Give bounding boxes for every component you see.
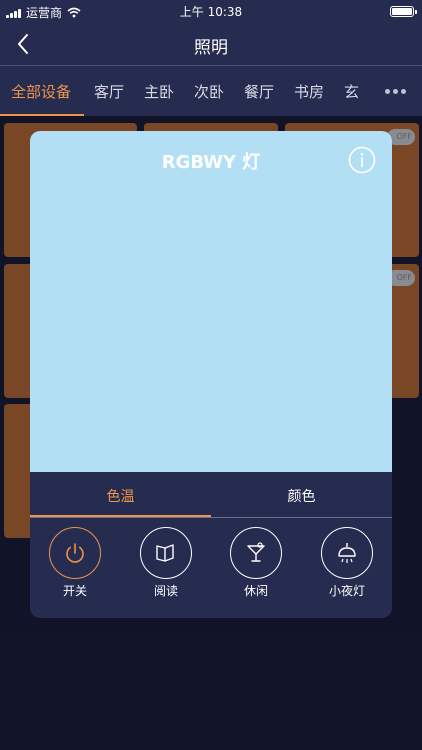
tab-dining-room[interactable]: 餐厅 [244,81,274,102]
tab-color-temperature[interactable]: 色温 [30,486,211,506]
tab-all-devices[interactable]: 全部设备 [11,81,71,102]
scene-label: 阅读 [153,584,178,598]
scene-label: 休闲 [243,584,268,598]
room-tab-bar: 全部设备 客厅 主卧 次卧 餐厅 书房 玄 [0,66,422,116]
battery-icon [390,6,417,17]
more-icon[interactable] [385,89,406,94]
cocktail-icon [247,542,265,562]
page-title: 照明 [194,38,228,58]
info-icon[interactable] [348,146,376,174]
nav-bar: 照明 [0,22,422,66]
scene-leisure-button[interactable]: 休闲 [230,527,282,599]
tab-study[interactable]: 书房 [294,81,324,102]
color-preview[interactable] [30,131,392,472]
scene-circle [321,527,373,579]
tab-living-room[interactable]: 客厅 [94,81,124,102]
chevron-left-icon[interactable] [12,32,36,56]
scene-reading-button[interactable]: 阅读 [140,527,192,599]
modal-title: RGBWY 灯 [161,152,261,173]
scene-circle [140,527,192,579]
scene-power-button[interactable]: 开关 [49,527,101,599]
book-icon [156,544,174,562]
tab-color[interactable]: 颜色 [211,486,392,506]
scene-night-light-button[interactable]: 小夜灯 [321,527,373,599]
status-time: 上午 10:38 [179,5,243,19]
tab-entrance[interactable]: 玄 [344,81,359,102]
scene-label: 小夜灯 [328,584,365,598]
scene-label: 开关 [62,584,87,598]
tab-master-bedroom[interactable]: 主卧 [144,81,174,102]
light-control-modal: RGBWY 灯 色温 颜色 开关 阅读 休闲 小夜灯 [30,131,392,618]
status-bar: 运营商 上午 10:38 [0,0,422,22]
scene-circle [49,527,101,579]
lamp-icon [338,543,356,563]
mode-tab-indicator [30,515,211,517]
tab-second-bedroom[interactable]: 次卧 [194,81,224,102]
power-icon [66,543,84,563]
mode-tab-bar: 色温 颜色 [30,472,392,518]
scene-circle [230,527,282,579]
